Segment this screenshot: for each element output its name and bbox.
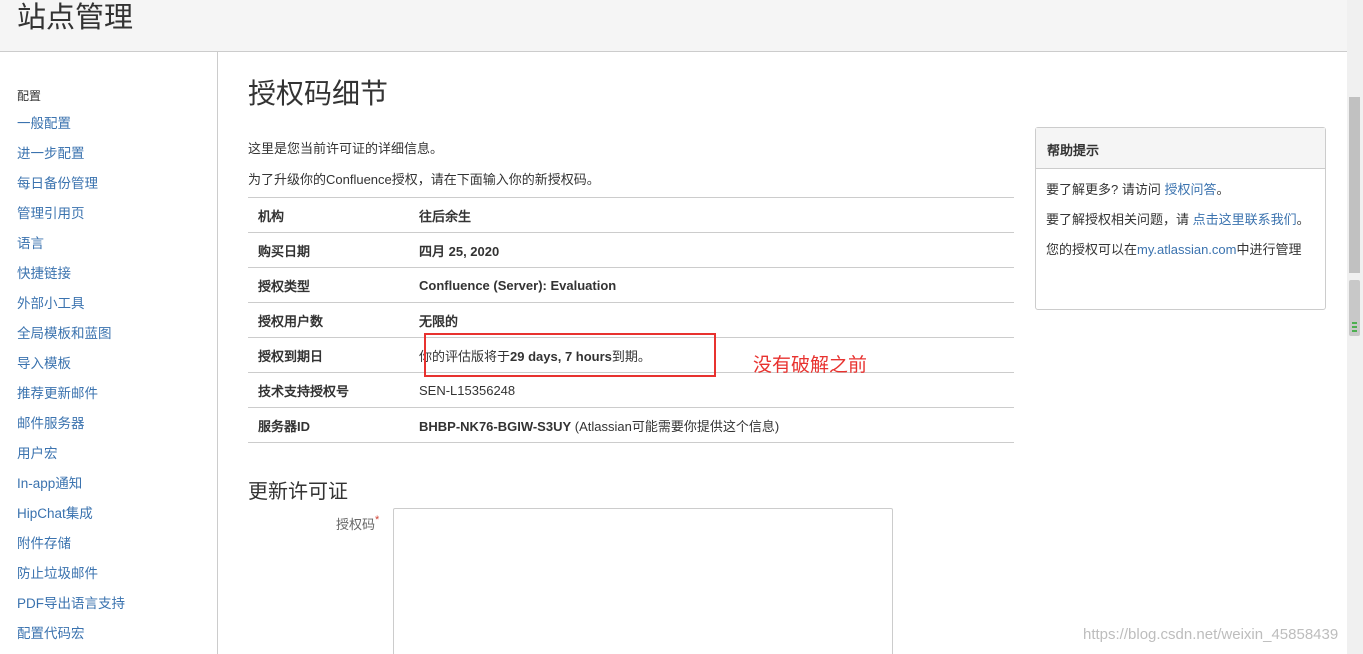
table-row: 服务器ID BHBP-NK76-BGIW-S3UY (Atlassian可能需要…: [248, 407, 1014, 443]
sidebar-item-external-gadgets[interactable]: 外部小工具: [17, 294, 125, 324]
sidebar-item-hipchat[interactable]: HipChat集成: [17, 504, 125, 534]
sidebar-section-title: 配置: [17, 89, 42, 103]
table-row: 购买日期 四月 25, 2020: [248, 232, 1014, 268]
sidebar-item-pdf-language[interactable]: PDF导出语言支持: [17, 594, 125, 624]
vertical-scrollbar[interactable]: [1347, 0, 1363, 654]
sidebar-nav: 一般配置 进一步配置 每日备份管理 管理引用页 语言 快捷链接 外部小工具 全局…: [17, 114, 125, 654]
sidebar-item-daily-backup[interactable]: 每日备份管理: [17, 174, 125, 204]
sidebar-item-global-templates[interactable]: 全局模板和蓝图: [17, 324, 125, 354]
server-id-note: (Atlassian可能需要你提供这个信息): [571, 418, 780, 434]
page-header-title: 站点管理: [17, 0, 134, 34]
table-row: 技术支持授权号 SEN-L15356248: [248, 372, 1014, 408]
row-label: 授权类型: [248, 267, 419, 303]
sidebar-item-code-macro[interactable]: 配置代码宏: [17, 624, 125, 654]
help-tip-faq: 要了解更多? 请访问 授权问答。: [1046, 180, 1315, 200]
help-tips-body: 要了解更多? 请访问 授权问答。 要了解授权相关问题，请 点击这里联系我们。 您…: [1036, 169, 1325, 281]
annotation-text: 没有破解之前: [753, 354, 868, 376]
help-tip-contact: 要了解授权相关问题，请 点击这里联系我们。: [1046, 210, 1315, 230]
sidebar-item-referrers[interactable]: 管理引用页: [17, 204, 125, 234]
row-label: 服务器ID: [248, 407, 419, 443]
sidebar-item-import-templates[interactable]: 导入模板: [17, 354, 125, 384]
help-tips-panel: 帮助提示 要了解更多? 请访问 授权问答。 要了解授权相关问题，请 点击这里联系…: [1035, 127, 1326, 310]
license-faq-link[interactable]: 授权问答: [1164, 182, 1216, 197]
scrollbar-grip-icon[interactable]: [1349, 280, 1360, 336]
license-details-table: 机构 往后余生 购买日期 四月 25, 2020 授权类型 Confluence…: [248, 197, 1014, 443]
sidebar-item-mail-servers[interactable]: 邮件服务器: [17, 414, 125, 444]
sidebar-item-attachment-storage[interactable]: 附件存储: [17, 534, 125, 564]
row-label: 授权到期日: [248, 337, 419, 373]
page-title: 授权码细节: [248, 77, 389, 110]
server-id-value: BHBP-NK76-BGIW-S3UY (Atlassian可能需要你提供这个信…: [419, 407, 1014, 443]
help-tip-text: 。: [1216, 182, 1230, 197]
row-label: 购买日期: [248, 232, 419, 268]
help-tip-text: 您的授权可以在: [1046, 242, 1138, 257]
scrollbar-thumb[interactable]: [1349, 97, 1360, 273]
annotation-highlight-box: [424, 333, 716, 377]
sidebar-item-in-app-notifications[interactable]: In-app通知: [17, 474, 125, 504]
page-header: 站点管理: [0, 0, 1347, 52]
help-tip-text: 。: [1296, 212, 1310, 227]
license-type-value: Confluence (Server): Evaluation: [419, 267, 1014, 303]
sidebar: 配置 一般配置 进一步配置 每日备份管理 管理引用页 语言 快捷链接 外部小工具…: [0, 52, 218, 654]
help-tips-title: 帮助提示: [1036, 128, 1325, 169]
required-mark: *: [375, 514, 380, 526]
help-tip-text: 要了解授权相关问题，请: [1046, 212, 1193, 227]
sidebar-item-general-config[interactable]: 一般配置: [17, 114, 125, 144]
contact-us-link[interactable]: 点击这里联系我们: [1193, 212, 1297, 227]
sidebar-item-spam-prevention[interactable]: 防止垃圾邮件: [17, 564, 125, 594]
help-tip-text: 要了解更多? 请访问: [1046, 182, 1165, 197]
purchase-date-value: 四月 25, 2020: [419, 232, 1014, 268]
organization-value: 往后余生: [419, 197, 1014, 233]
license-key-label: 授权码*: [336, 514, 379, 533]
help-tip-text: 中进行管理: [1236, 242, 1302, 257]
license-key-label-text: 授权码: [336, 517, 376, 532]
sidebar-item-languages[interactable]: 语言: [17, 234, 125, 264]
table-row: 机构 往后余生: [248, 197, 1014, 233]
intro-text: 这里是您当前许可证的详细信息。: [248, 141, 444, 156]
watermark-text: https://blog.csdn.net/weixin_45858439: [1083, 626, 1339, 643]
table-row: 授权类型 Confluence (Server): Evaluation: [248, 267, 1014, 303]
help-tip-manage: 您的授权可以在my.atlassian.com中进行管理: [1046, 240, 1315, 260]
sidebar-item-recommended-updates[interactable]: 推荐更新邮件: [17, 384, 125, 414]
upgrade-text: 为了升级你的Confluence授权，请在下面输入你的新授权码。: [248, 172, 600, 187]
sidebar-item-further-config[interactable]: 进一步配置: [17, 144, 125, 174]
server-id: BHBP-NK76-BGIW-S3UY: [419, 418, 572, 434]
row-label: 机构: [248, 197, 419, 233]
renew-license-title: 更新许可证: [248, 479, 348, 503]
sidebar-item-shortcut-links[interactable]: 快捷链接: [17, 264, 125, 294]
my-atlassian-link[interactable]: my.atlassian.com: [1137, 242, 1236, 257]
row-label: 技术支持授权号: [248, 372, 419, 408]
support-entitlement-value: SEN-L15356248: [419, 372, 1014, 408]
license-key-input[interactable]: [393, 508, 893, 654]
row-label: 授权用户数: [248, 302, 419, 338]
sidebar-item-user-macros[interactable]: 用户宏: [17, 444, 125, 474]
